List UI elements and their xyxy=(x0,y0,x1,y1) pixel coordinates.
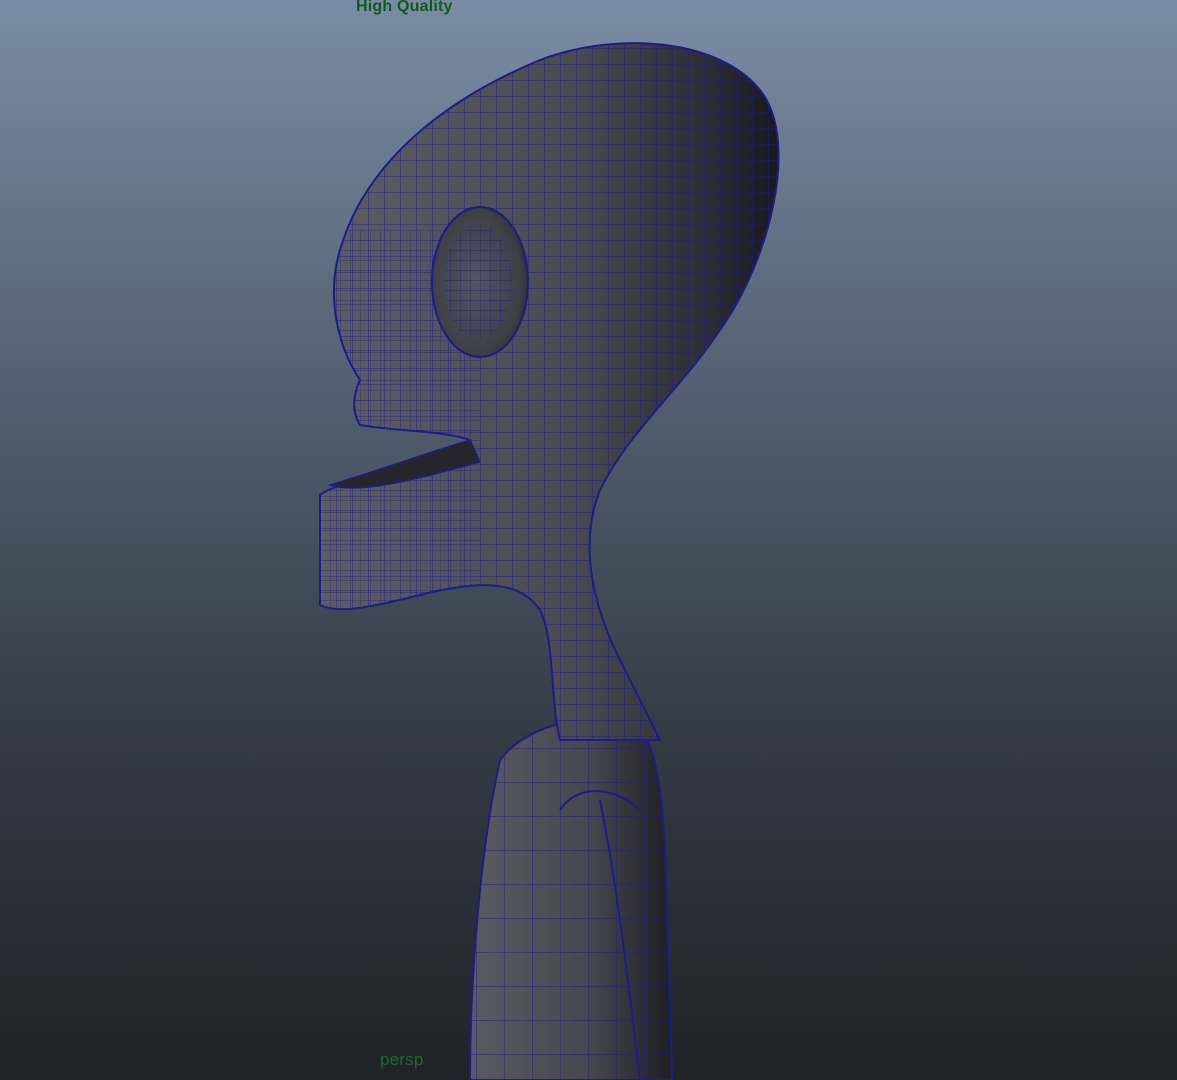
alien-character-mesh[interactable] xyxy=(0,0,1177,1080)
head-mesh xyxy=(319,42,780,741)
perspective-viewport[interactable]: High Quality persp xyxy=(0,0,1177,1080)
eye-socket xyxy=(431,206,529,358)
display-quality-label: High Quality xyxy=(356,0,453,15)
camera-name-label: persp xyxy=(380,1050,424,1069)
torso-mesh xyxy=(468,719,674,1080)
